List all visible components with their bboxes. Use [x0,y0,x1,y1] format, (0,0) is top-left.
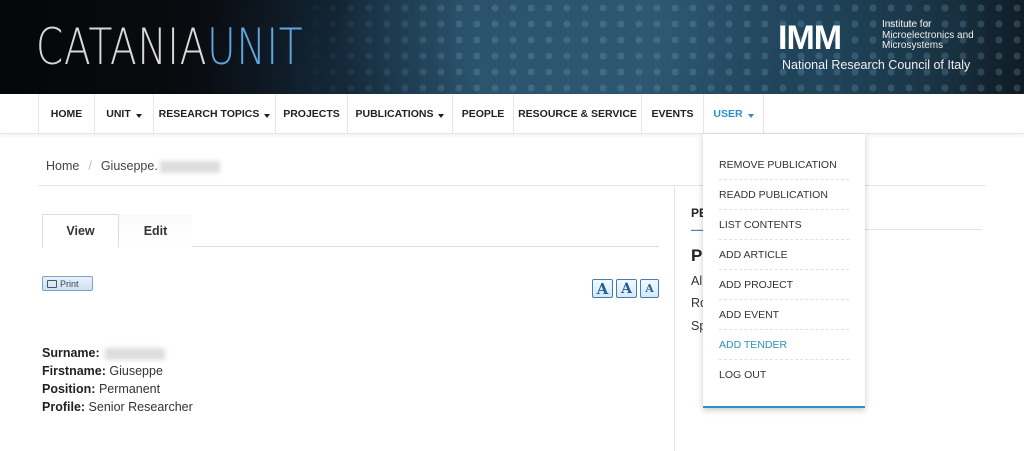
tab-edit[interactable]: Edit [119,214,192,247]
tab-view[interactable]: View [42,214,119,248]
nav-item-publications[interactable]: PUBLICATIONS [347,94,452,134]
nav-item-projects[interactable]: PROJECTS [275,94,347,134]
imm-logo-mark: IMM [778,19,842,57]
firstname-row: Firstname: Giuseppe [42,362,193,380]
profile-row: Profile: Senior Researcher [42,398,193,416]
nav-label: PROJECTS [283,108,340,120]
imm-description-line: Microsystems [882,40,944,51]
nav-item-people[interactable]: PEOPLE [452,94,513,134]
nav-item-home[interactable]: HOME [38,94,94,134]
profile-value: Senior Researcher [88,400,193,414]
nav-label: USER [713,108,743,120]
profile-details: Surname: Firstname: Giuseppe Position: P… [42,344,193,416]
caret-down-icon [135,113,142,118]
nav-item-events[interactable]: EVENTS [641,94,703,134]
nav-item-research-topics[interactable]: RESEARCH TOPICS [153,94,275,134]
logo-word-catania: CATANIA [36,18,208,76]
redacted-surname [105,347,166,360]
menu-item-add-tender[interactable]: ADD TENDER [719,330,849,360]
imm-description: Institute for Microelectronics and Micro… [882,19,992,52]
position-label: Position: [42,382,96,396]
redacted-text [159,160,220,173]
position-row: Position: Permanent [42,380,193,398]
menu-item-remove-publication[interactable]: REMOVE PUBLICATION [719,150,849,180]
surname-label: Surname: [42,346,100,360]
menu-item-list-contents[interactable]: LIST CONTENTS [719,210,849,240]
caret-down-icon [438,113,445,118]
firstname-label: Firstname: [42,364,106,378]
nav-label: EVENTS [651,108,694,120]
content-tabs: View Edit [42,214,659,248]
caret-down-icon [747,113,754,118]
nav-item-resource-service[interactable]: RESOURCE & SERVICE [513,94,641,134]
surname-row: Surname: [42,344,193,362]
menu-item-log-out[interactable]: LOG OUT [719,360,849,390]
menu-item-add-event[interactable]: ADD EVENT [719,300,849,330]
menu-item-readd-publication[interactable]: READD PUBLICATION [719,180,849,210]
nav-label: RESEARCH TOPICS [158,108,260,120]
print-button[interactable]: Print [42,276,93,291]
site-logo[interactable]: CATANIAUNIT [36,20,303,74]
breadcrumb-current: Giuseppe. [101,159,220,173]
font-size-decrease-button[interactable]: A [640,279,659,298]
nav-label: RESOURCE & SERVICE [518,108,637,120]
column-divider [674,186,675,451]
breadcrumb-current-text: Giuseppe. [100,159,158,173]
imm-logo[interactable]: IMM Institute for Microelectronics and M… [778,19,988,76]
profile-label: Profile: [42,400,86,414]
nav-item-unit[interactable]: UNIT [94,94,153,134]
logo-word-unit: UNIT [207,18,304,76]
menu-item-add-project[interactable]: ADD PROJECT [719,270,849,300]
caret-down-icon [264,113,271,118]
font-size-reset-button[interactable]: A [616,279,637,298]
breadcrumb-separator: / [88,159,92,173]
print-label: Print [60,278,79,289]
nav-label: UNIT [106,108,131,120]
nav-item-user[interactable]: USER [703,94,764,134]
firstname-value: Giuseppe [109,364,163,378]
nav-label: PUBLICATIONS [355,108,434,120]
header-banner: CATANIAUNIT IMM Institute for Microelect… [0,0,1024,94]
cnr-label: National Research Council of Italy [782,58,971,72]
printer-icon [47,279,57,288]
nav-label: HOME [50,108,83,120]
position-value: Permanent [98,382,161,396]
imm-description-line: Institute for [882,19,932,30]
nav-label: PEOPLE [461,108,505,120]
menu-item-add-article[interactable]: ADD ARTICLE [719,240,849,270]
user-dropdown-menu: REMOVE PUBLICATION READD PUBLICATION LIS… [703,134,865,408]
main-navigation: HOME UNIT RESEARCH TOPICS PROJECTS PUBLI… [0,94,1024,134]
nav-list: HOME UNIT RESEARCH TOPICS PROJECTS PUBLI… [38,94,764,134]
font-size-increase-button[interactable]: A [592,279,613,298]
breadcrumb-home[interactable]: Home [38,159,79,173]
